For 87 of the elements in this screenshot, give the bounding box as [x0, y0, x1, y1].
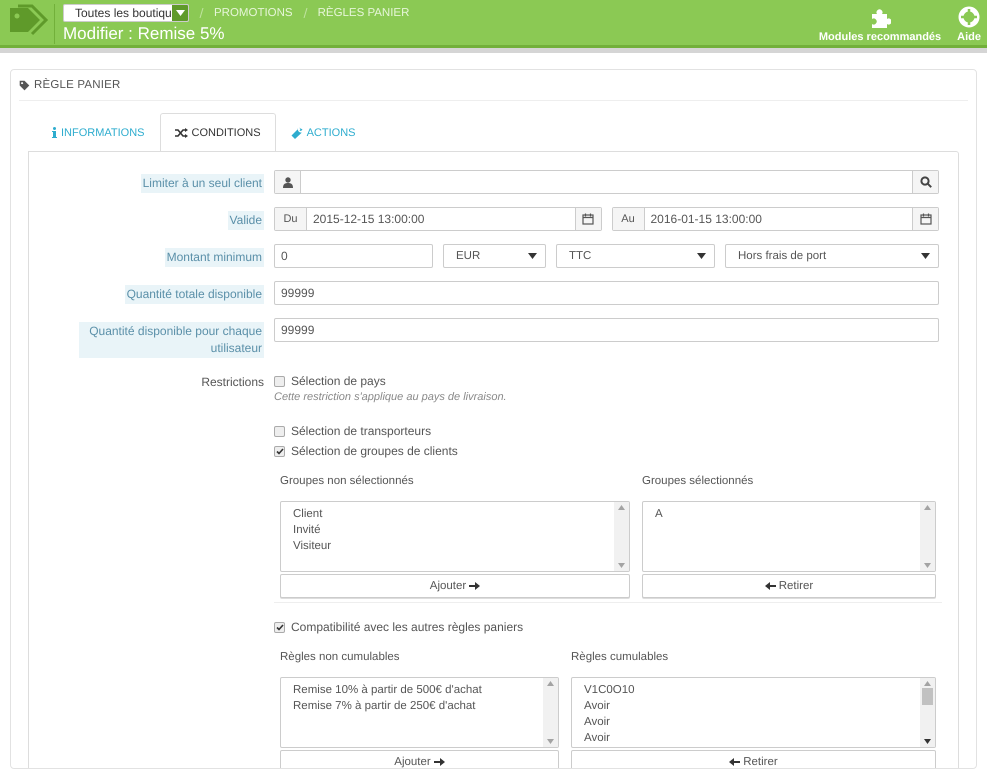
list-box[interactable]: Remise 10% à partir de 500€ d'achat Remise 7% à partir de 250€ d'achat — [280, 677, 559, 748]
shop-select[interactable]: Toutes les boutiqu — [63, 4, 189, 22]
check-icon — [276, 624, 284, 630]
user-icon — [282, 176, 292, 188]
checkbox[interactable] — [274, 426, 285, 436]
lifebuoy-icon[interactable] — [958, 6, 980, 28]
checkbox[interactable] — [274, 446, 285, 456]
input-field[interactable]: 99999 — [274, 281, 939, 305]
list-item[interactable]: Client — [293, 506, 602, 522]
info-icon — [52, 127, 57, 138]
list-item[interactable]: Avoir — [584, 714, 908, 730]
input-field[interactable]: 99999 — [274, 318, 939, 342]
field-label: Quantité totale disponible — [124, 285, 264, 304]
scroll-up-icon — [924, 505, 931, 510]
arrow-right-icon — [469, 581, 480, 591]
amount-field[interactable]: 0 — [274, 244, 433, 268]
list-item[interactable]: Avoir — [584, 698, 908, 714]
scrollbar[interactable] — [543, 678, 558, 747]
arrow-left-icon — [764, 581, 776, 591]
list-box[interactable]: Client Invité Visiteur — [280, 501, 630, 572]
list-item[interactable]: Avoir — [584, 730, 908, 746]
list-item[interactable]: Invité — [293, 522, 602, 538]
help-text: Cette restriction s'applique au pays de livraison. — [274, 391, 508, 405]
calendar-icon — [582, 213, 594, 225]
shuffle-icon — [174, 128, 188, 138]
customer-search-field[interactable] — [274, 170, 939, 194]
add-button[interactable]: Ajouter — [280, 750, 559, 768]
list-box[interactable]: V1C0O10 Avoir Avoir Avoir — [571, 677, 936, 748]
list-title: Règles cumulables — [571, 651, 670, 665]
select-field[interactable]: TTC — [556, 244, 715, 268]
slash-icon — [199, 8, 204, 18]
date-field[interactable]: 2015-12-15 13:00:00 — [307, 208, 574, 230]
scroll-down-icon — [618, 563, 625, 568]
date-input-group[interactable]: Du 2015-12-15 13:00:00 — [274, 207, 602, 231]
field-label: Limiter à un seul client — [140, 174, 264, 193]
scrollbar[interactable] — [920, 678, 935, 747]
checkbox[interactable] — [274, 376, 285, 386]
caret-icon — [921, 253, 930, 259]
list-item[interactable]: V1C0O10 — [584, 682, 908, 698]
select-field[interactable]: EUR — [443, 244, 546, 268]
scroll-up-icon — [924, 681, 931, 686]
list-box[interactable]: A — [642, 501, 936, 572]
checkbox-label: Sélection de transporteurs — [291, 424, 432, 438]
list-item[interactable]: A — [655, 506, 908, 522]
field-label: Quantité disponible pour chaque utilisateur — [79, 322, 264, 358]
date-prefix: Au — [612, 208, 644, 230]
field-label: Valide — [228, 211, 264, 230]
list-title: Groupes non sélectionnés — [280, 475, 415, 489]
select-field[interactable]: Hors frais de port — [725, 244, 939, 268]
date-input-group[interactable]: Au 2016-01-15 13:00:00 — [612, 207, 939, 231]
remove-button[interactable]: Retirer — [571, 750, 936, 768]
scroll-down-icon — [924, 563, 931, 568]
page-title: Modifier : Remise 5% — [63, 24, 226, 44]
remove-button[interactable]: Retirer — [642, 574, 936, 598]
check-icon — [276, 448, 284, 454]
checkbox-label: Sélection de pays — [291, 374, 386, 388]
checkbox[interactable] — [274, 622, 285, 632]
field-label: Restrictions — [201, 375, 264, 389]
tag-icon — [19, 80, 30, 90]
scroll-down-icon — [547, 739, 554, 744]
arrow-left-icon — [729, 757, 740, 767]
list-item[interactable]: Visiteur — [293, 538, 602, 554]
list-title: Règles non cumulables — [280, 651, 401, 665]
caret-icon — [697, 253, 706, 259]
scroll-up-icon — [618, 505, 625, 510]
search-icon — [920, 176, 932, 188]
date-prefix: Du — [275, 208, 307, 230]
checkbox-label: Sélection de groupes de clients — [291, 444, 458, 458]
caret-icon — [176, 10, 186, 16]
arrow-right-icon — [434, 757, 445, 767]
scroll-down-icon — [924, 739, 931, 744]
list-item[interactable]: Remise 10% à partir de 500€ d'achat — [293, 682, 531, 698]
checkbox-label: Compatibilité avec les autres règles paniers — [291, 620, 524, 634]
date-field[interactable]: 2016-01-15 13:00:00 — [644, 208, 912, 230]
add-button[interactable]: Ajouter — [280, 574, 630, 598]
tab[interactable]: CONDITIONS — [160, 113, 276, 151]
panel-title: RÈGLE PANIER — [34, 79, 121, 91]
scrollbar-thumb[interactable] — [922, 688, 933, 705]
list-title: Groupes sélectionnés — [642, 475, 754, 489]
field-label: Montant minimum — [164, 248, 264, 267]
calendar-icon — [920, 213, 932, 225]
list-item[interactable]: Remise 7% à partir de 250€ d'achat — [293, 698, 531, 714]
scroll-up-icon — [547, 681, 554, 686]
slash-icon — [302, 8, 308, 18]
scrollbar[interactable] — [614, 502, 629, 571]
scrollbar[interactable] — [920, 502, 935, 571]
caret-icon — [528, 253, 537, 259]
